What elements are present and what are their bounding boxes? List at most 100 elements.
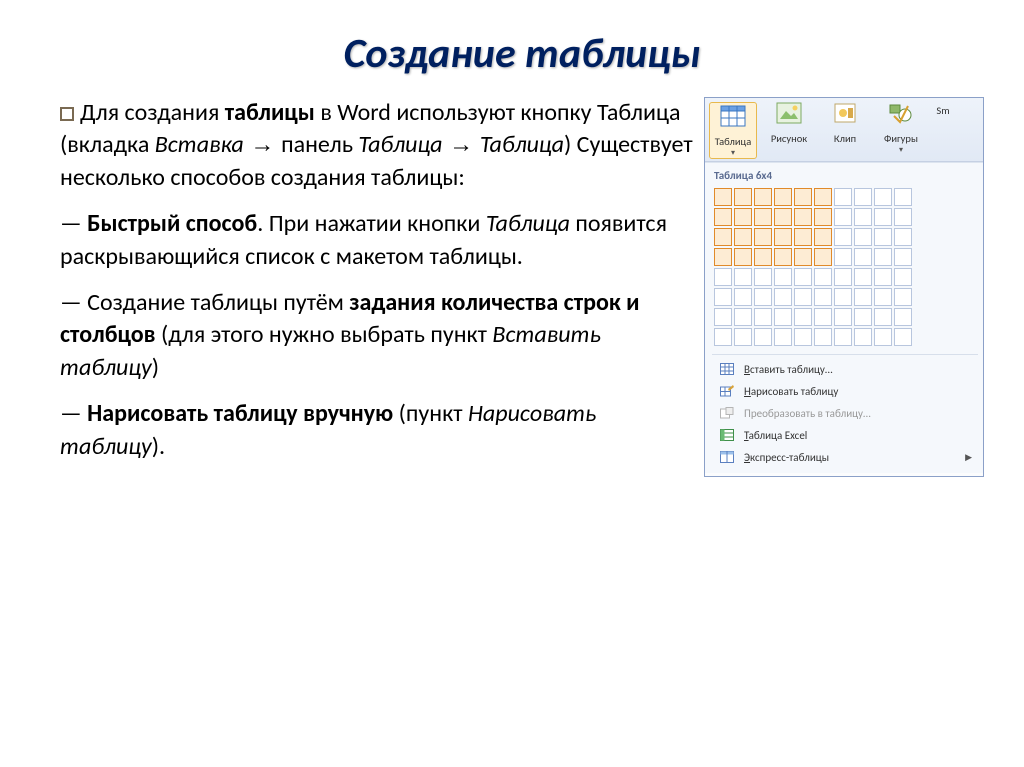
- grid-cell[interactable]: [774, 188, 792, 206]
- grid-cell[interactable]: [794, 328, 812, 346]
- grid-cell[interactable]: [874, 248, 892, 266]
- chevron-down-icon: ▾: [899, 145, 903, 155]
- grid-cell[interactable]: [894, 308, 912, 326]
- picture-icon: [776, 102, 802, 130]
- grid-cell[interactable]: [814, 308, 832, 326]
- menu-draw-table[interactable]: Нарисовать таблицу: [712, 380, 978, 402]
- grid-cell[interactable]: [714, 308, 732, 326]
- grid-cell[interactable]: [794, 228, 812, 246]
- grid-cell[interactable]: [874, 188, 892, 206]
- menu-express-tables[interactable]: Экспресс-таблицы ▶: [712, 446, 978, 468]
- insert-table-icon: [718, 361, 736, 377]
- grid-cell[interactable]: [734, 248, 752, 266]
- grid-cell[interactable]: [794, 208, 812, 226]
- grid-cell[interactable]: [814, 288, 832, 306]
- grid-cell[interactable]: [734, 328, 752, 346]
- grid-cell[interactable]: [814, 228, 832, 246]
- grid-cell[interactable]: [794, 188, 812, 206]
- table-button[interactable]: Таблица ▾: [709, 102, 757, 159]
- grid-cell[interactable]: [774, 208, 792, 226]
- picture-button[interactable]: Рисунок: [765, 102, 813, 159]
- grid-cell[interactable]: [814, 268, 832, 286]
- grid-cell[interactable]: [714, 248, 732, 266]
- grid-cell[interactable]: [734, 308, 752, 326]
- grid-cell[interactable]: [874, 208, 892, 226]
- grid-cell[interactable]: [734, 188, 752, 206]
- table-size-grid[interactable]: [714, 188, 912, 346]
- grid-cell[interactable]: [774, 268, 792, 286]
- express-tables-icon: [718, 449, 736, 465]
- grid-cell[interactable]: [714, 228, 732, 246]
- menu-excel-table[interactable]: Таблица Excel: [712, 424, 978, 446]
- grid-cell[interactable]: [874, 308, 892, 326]
- grid-cell[interactable]: [854, 288, 872, 306]
- grid-cell[interactable]: [754, 288, 772, 306]
- grid-cell[interactable]: [894, 208, 912, 226]
- grid-cell[interactable]: [794, 308, 812, 326]
- grid-cell[interactable]: [754, 328, 772, 346]
- grid-cell[interactable]: [774, 328, 792, 346]
- grid-cell[interactable]: [754, 208, 772, 226]
- grid-cell[interactable]: [734, 268, 752, 286]
- grid-cell[interactable]: [774, 248, 792, 266]
- grid-cell[interactable]: [754, 268, 772, 286]
- grid-cell[interactable]: [894, 288, 912, 306]
- grid-cell[interactable]: [754, 248, 772, 266]
- grid-cell[interactable]: [714, 188, 732, 206]
- grid-cell[interactable]: [854, 208, 872, 226]
- grid-cell[interactable]: [794, 288, 812, 306]
- grid-cell[interactable]: [894, 248, 912, 266]
- draw-table-icon: [718, 383, 736, 399]
- clip-button[interactable]: Клип: [821, 102, 869, 159]
- grid-cell[interactable]: [894, 268, 912, 286]
- grid-cell[interactable]: [814, 208, 832, 226]
- grid-cell[interactable]: [774, 228, 792, 246]
- grid-cell[interactable]: [834, 288, 852, 306]
- table-menu-list: Вставить таблицу... Нарисовать таблицу П…: [712, 354, 978, 471]
- grid-cell[interactable]: [814, 188, 832, 206]
- grid-cell[interactable]: [774, 288, 792, 306]
- grid-cell[interactable]: [894, 328, 912, 346]
- grid-cell[interactable]: [874, 228, 892, 246]
- grid-cell[interactable]: [754, 228, 772, 246]
- grid-cell[interactable]: [754, 308, 772, 326]
- grid-cell[interactable]: [854, 248, 872, 266]
- grid-cell[interactable]: [814, 328, 832, 346]
- grid-cell[interactable]: [894, 228, 912, 246]
- grid-cell[interactable]: [714, 208, 732, 226]
- menu-insert-table[interactable]: Вставить таблицу...: [712, 358, 978, 380]
- grid-size-label: Таблица 6x4: [712, 167, 978, 185]
- grid-cell[interactable]: [794, 248, 812, 266]
- grid-cell[interactable]: [734, 288, 752, 306]
- bullet-icon: [60, 107, 74, 121]
- grid-cell[interactable]: [834, 328, 852, 346]
- grid-cell[interactable]: [834, 188, 852, 206]
- grid-cell[interactable]: [854, 228, 872, 246]
- smartart-button[interactable]: Sm: [933, 102, 953, 159]
- grid-cell[interactable]: [754, 188, 772, 206]
- grid-cell[interactable]: [834, 268, 852, 286]
- grid-cell[interactable]: [854, 308, 872, 326]
- grid-cell[interactable]: [854, 268, 872, 286]
- grid-cell[interactable]: [854, 328, 872, 346]
- grid-cell[interactable]: [714, 268, 732, 286]
- grid-cell[interactable]: [834, 208, 852, 226]
- page-title: Создание таблицы: [60, 28, 984, 79]
- grid-cell[interactable]: [894, 188, 912, 206]
- grid-cell[interactable]: [774, 308, 792, 326]
- grid-cell[interactable]: [814, 248, 832, 266]
- grid-cell[interactable]: [734, 208, 752, 226]
- grid-cell[interactable]: [714, 288, 732, 306]
- grid-cell[interactable]: [734, 228, 752, 246]
- grid-cell[interactable]: [794, 268, 812, 286]
- grid-cell[interactable]: [714, 328, 732, 346]
- table-icon: [720, 105, 746, 133]
- grid-cell[interactable]: [834, 228, 852, 246]
- grid-cell[interactable]: [834, 308, 852, 326]
- grid-cell[interactable]: [874, 288, 892, 306]
- grid-cell[interactable]: [874, 268, 892, 286]
- grid-cell[interactable]: [834, 248, 852, 266]
- grid-cell[interactable]: [854, 188, 872, 206]
- shapes-button[interactable]: Фигуры ▾: [877, 102, 925, 159]
- grid-cell[interactable]: [874, 328, 892, 346]
